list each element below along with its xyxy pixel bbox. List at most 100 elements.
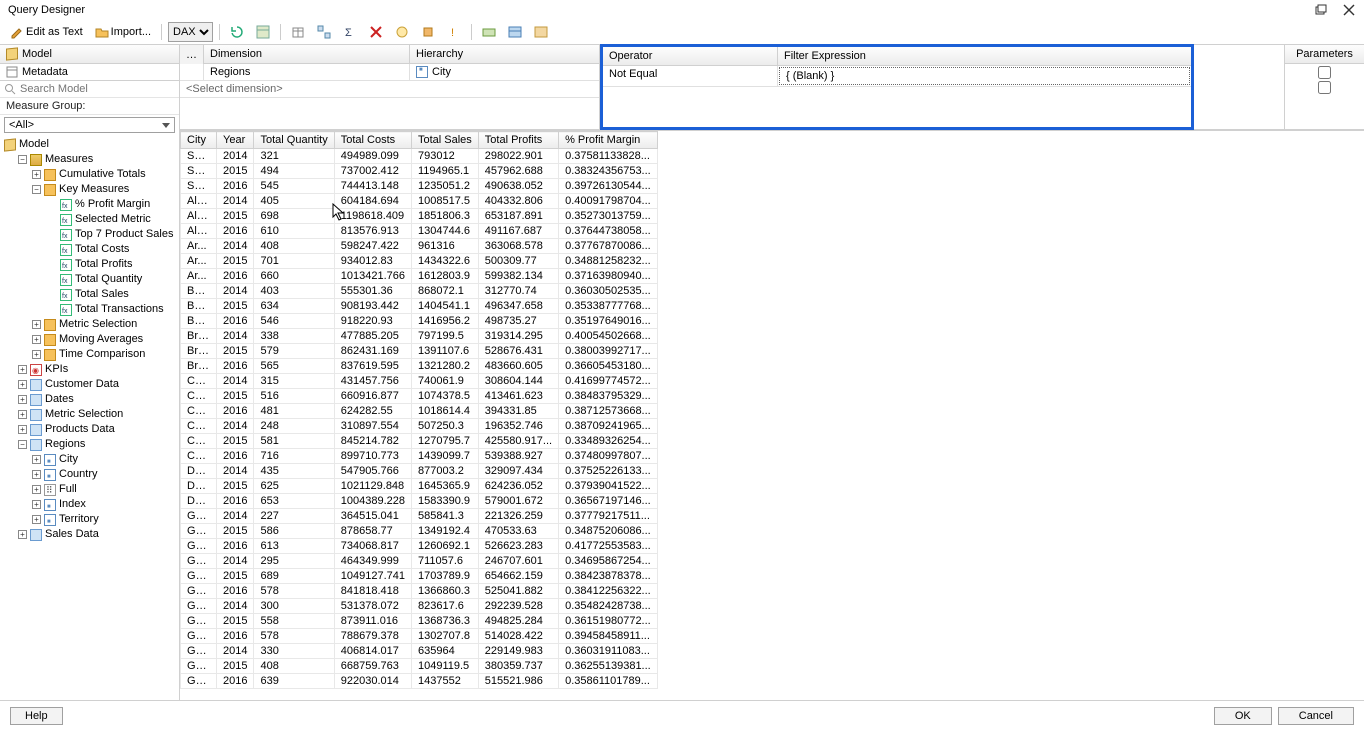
add-table-icon[interactable] xyxy=(287,24,309,40)
table-row[interactable]: Go...2015586878658.771349192.4470533.630… xyxy=(181,524,658,539)
expand-icon[interactable]: + xyxy=(32,350,41,359)
table-row[interactable]: Go...2016578841818.4181366860.3525041.88… xyxy=(181,584,658,599)
expand-icon[interactable]: + xyxy=(18,380,27,389)
table-row[interactable]: Syd...2016545744413.1481235051.2490638.0… xyxy=(181,179,658,194)
expand-icon[interactable]: + xyxy=(32,485,41,494)
table-row[interactable]: Syd...2014321494989.099793012298022.9010… xyxy=(181,149,658,164)
operator-cell[interactable]: Not Equal xyxy=(603,66,778,86)
table-row[interactable]: Cof...2014248310897.554507250.3196352.74… xyxy=(181,419,658,434)
execute-icon[interactable] xyxy=(391,24,413,40)
table-row[interactable]: Alb...20156981198618.4091851806.3653187.… xyxy=(181,209,658,224)
table-row[interactable]: Ces...2016481624282.551018614.4394331.85… xyxy=(181,404,658,419)
table-row[interactable]: Bro...2014338477885.205797199.5319314.29… xyxy=(181,329,658,344)
column-header[interactable]: Total Sales xyxy=(411,132,478,149)
table-row[interactable]: Go...2014295464349.999711057.6246707.601… xyxy=(181,554,658,569)
table-row[interactable]: Go...20156891049127.7411703789.9654662.1… xyxy=(181,569,658,584)
table-row[interactable]: Gra...2016578788679.3781302707.8514028.4… xyxy=(181,629,658,644)
table-row[interactable]: Gra...2014300531378.072823617.6292239.52… xyxy=(181,599,658,614)
column-header[interactable]: % Profit Margin xyxy=(559,132,658,149)
table-row[interactable]: Bat...2016546918220.931416956.2498735.27… xyxy=(181,314,658,329)
expand-icon[interactable]: + xyxy=(32,320,41,329)
table-row[interactable]: Ar...20166601013421.7661612803.9599382.1… xyxy=(181,269,658,284)
ok-button[interactable]: OK xyxy=(1214,707,1272,725)
show-aggregates-icon[interactable]: Σ xyxy=(339,24,361,40)
table-row[interactable]: Syd...2015494737002.4121194965.1457962.6… xyxy=(181,164,658,179)
table-row[interactable]: Grif...2016639922030.0141437552515521.98… xyxy=(181,674,658,689)
parameter-checkbox[interactable] xyxy=(1318,81,1331,94)
edit-as-text-button[interactable]: Edit as Text xyxy=(6,24,87,40)
chevron-down-icon xyxy=(162,123,170,128)
table-row[interactable]: Du...20156251021129.8481645365.9624236.0… xyxy=(181,479,658,494)
delete-icon[interactable] xyxy=(365,24,387,40)
table-row[interactable]: Bat...2015634908193.4421404541.1496347.6… xyxy=(181,299,658,314)
filter-expression-cell[interactable]: { (Blank) } xyxy=(779,67,1190,85)
column-header[interactable]: City xyxy=(181,132,217,149)
expand-icon[interactable]: + xyxy=(18,530,27,539)
query-mode-select[interactable]: DAX xyxy=(168,22,213,42)
cancel-exec-icon[interactable] xyxy=(417,24,439,40)
expand-icon[interactable]: + xyxy=(32,470,41,479)
table-row[interactable]: Ces...2015516660916.8771074378.5413461.6… xyxy=(181,389,658,404)
design-toggle-icon[interactable] xyxy=(252,24,274,40)
calc-measure-icon xyxy=(60,289,72,301)
metadata-tab[interactable]: Metadata xyxy=(0,64,179,81)
hierarchy-cell[interactable]: City xyxy=(410,64,599,80)
measure-group-select[interactable]: <All> xyxy=(4,117,175,133)
import-button[interactable]: Import... xyxy=(91,24,155,40)
expand-icon[interactable]: + xyxy=(18,425,27,434)
dimension-cell[interactable]: Regions xyxy=(204,64,410,80)
expand-icon[interactable]: + xyxy=(18,365,27,374)
close-button[interactable] xyxy=(1342,3,1356,17)
table-row[interactable]: Du...2014435547905.766877003.2329097.434… xyxy=(181,464,658,479)
expand-icon[interactable]: + xyxy=(32,515,41,524)
table-row[interactable]: Ar...2015701934012.831434322.6500309.770… xyxy=(181,254,658,269)
expand-icon[interactable]: + xyxy=(32,455,41,464)
table-row[interactable]: Du...20166531004389.2281583390.9579001.6… xyxy=(181,494,658,509)
params-icon[interactable] xyxy=(504,24,526,40)
help-button[interactable]: Help xyxy=(10,707,63,725)
table-row[interactable]: Ces...2014315431457.756740061.9308604.14… xyxy=(181,374,658,389)
table-row[interactable]: Bro...2016565837619.5951321280.2483660.6… xyxy=(181,359,658,374)
search-input[interactable] xyxy=(20,83,175,95)
warning-icon[interactable]: ! xyxy=(443,24,465,40)
table-row[interactable]: Grif...2014330406814.017635964229149.983… xyxy=(181,644,658,659)
window-title: Query Designer xyxy=(8,4,1314,16)
table-row[interactable]: Bro...2015579862431.1691391107.6528676.4… xyxy=(181,344,658,359)
table-row[interactable]: Cof...2015581845214.7821270795.7425580.9… xyxy=(181,434,658,449)
table-row[interactable]: Go...2014227364515.041585841.3221326.259… xyxy=(181,509,658,524)
expand-icon[interactable]: + xyxy=(18,410,27,419)
select-dimension-placeholder[interactable]: <Select dimension> xyxy=(180,81,599,98)
table-row[interactable]: Alb...2016610813576.9131304744.6491167.6… xyxy=(181,224,658,239)
auto-layout-icon[interactable] xyxy=(313,24,335,40)
table-row[interactable]: Cof...2016716899710.7731439099.7539388.9… xyxy=(181,449,658,464)
prepare-icon[interactable] xyxy=(530,24,552,40)
table-row[interactable]: Bat...2014403555301.36868072.1312770.740… xyxy=(181,284,658,299)
expand-icon[interactable]: + xyxy=(32,170,41,179)
column-header[interactable]: Total Quantity xyxy=(254,132,334,149)
column-header[interactable]: Year xyxy=(217,132,254,149)
table-row[interactable]: Ar...2014408598247.422961316363068.5780.… xyxy=(181,239,658,254)
table-row[interactable]: Grif...2015408668759.7631049119.5380359.… xyxy=(181,659,658,674)
dimension-selector-button[interactable]: … xyxy=(180,45,204,64)
flatten-icon[interactable] xyxy=(478,24,500,40)
expand-icon[interactable]: + xyxy=(18,395,27,404)
restore-button[interactable] xyxy=(1314,3,1328,17)
column-header[interactable]: Total Costs xyxy=(334,132,411,149)
collapse-icon[interactable]: − xyxy=(18,440,27,449)
collapse-icon[interactable]: − xyxy=(18,155,27,164)
collapse-icon[interactable]: − xyxy=(32,185,41,194)
attribute-icon xyxy=(44,454,56,466)
refresh-icon[interactable] xyxy=(226,24,248,40)
model-header: Model xyxy=(0,45,179,64)
calc-measure-icon xyxy=(60,259,72,271)
expand-icon[interactable]: + xyxy=(32,500,41,509)
parameter-checkbox[interactable] xyxy=(1318,66,1331,79)
table-row[interactable]: Alb...2014405604184.6941008517.5404332.8… xyxy=(181,194,658,209)
search-icon xyxy=(4,83,16,95)
table-row[interactable]: Gra...2015558873911.0161368736.3494825.2… xyxy=(181,614,658,629)
column-header[interactable]: Total Profits xyxy=(478,132,558,149)
folder-open-icon xyxy=(95,25,109,39)
expand-icon[interactable]: + xyxy=(32,335,41,344)
table-row[interactable]: Go...2016613734068.8171260692.1526623.28… xyxy=(181,539,658,554)
cancel-button[interactable]: Cancel xyxy=(1278,707,1354,725)
